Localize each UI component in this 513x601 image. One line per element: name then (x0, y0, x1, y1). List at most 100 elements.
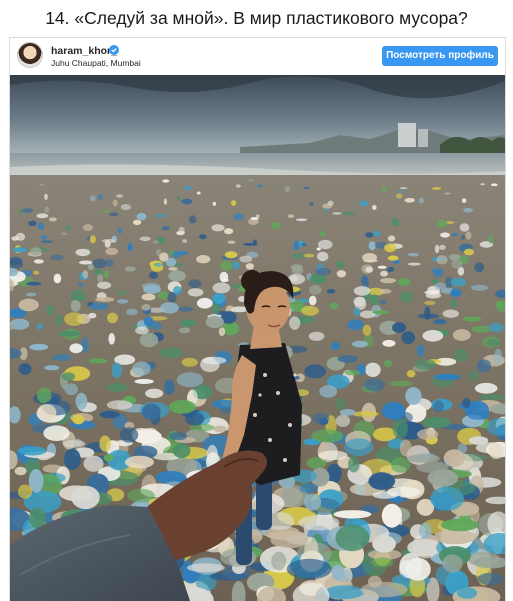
litter-piece (489, 323, 504, 332)
litter-piece (177, 372, 204, 387)
litter-piece (391, 457, 410, 473)
litter-piece (332, 565, 345, 581)
litter-piece (69, 343, 82, 353)
litter-piece (428, 469, 459, 486)
litter-piece (107, 313, 118, 324)
litter-piece (405, 387, 421, 405)
litter-piece (109, 213, 118, 217)
litter-piece (152, 240, 159, 244)
litter-piece (317, 248, 321, 251)
litter-piece (168, 270, 186, 281)
view-profile-button[interactable]: Посмотреть профиль (382, 46, 498, 66)
litter-piece (197, 298, 213, 309)
litter-piece (296, 218, 307, 221)
litter-piece (432, 279, 439, 284)
litter-piece (19, 363, 32, 375)
litter-piece (302, 243, 306, 246)
post-location[interactable]: Juhu Chaupati, Mumbai (51, 58, 141, 68)
litter-piece (132, 362, 151, 376)
litter-piece (105, 248, 118, 255)
litter-piece (97, 282, 111, 289)
litter-piece (156, 249, 161, 256)
litter-piece (380, 278, 396, 283)
litter-piece (182, 358, 198, 367)
litter-piece (188, 279, 201, 288)
litter-piece (392, 322, 406, 333)
litter-piece (309, 285, 321, 295)
post-photo (10, 75, 505, 601)
litter-piece (423, 417, 451, 428)
litter-piece (189, 215, 197, 223)
litter-piece (49, 217, 57, 221)
litter-piece (471, 285, 488, 291)
litter-piece (365, 232, 373, 237)
litter-piece (26, 282, 41, 286)
user-avatar[interactable] (18, 43, 42, 67)
litter-piece (480, 183, 485, 185)
litter-piece (363, 325, 372, 336)
instagram-embed-card: haram_khor_ Juhu Chaupati, Mumbai Посмот… (9, 37, 506, 601)
litter-piece (43, 425, 69, 441)
litter-piece (442, 554, 462, 572)
litter-piece (353, 411, 379, 417)
litter-piece (81, 338, 89, 353)
litter-piece (437, 255, 448, 264)
litter-piece (72, 414, 84, 424)
litter-piece (434, 374, 461, 380)
litter-piece (246, 263, 254, 269)
litter-piece (337, 355, 358, 362)
litter-piece (382, 504, 402, 528)
litter-piece (231, 200, 236, 206)
litter-piece (28, 221, 36, 227)
litter-piece (179, 328, 191, 334)
litter-piece (214, 426, 227, 433)
litter-piece (384, 360, 392, 368)
litter-piece (33, 271, 39, 275)
litter-piece (398, 278, 411, 286)
litter-piece (239, 256, 252, 263)
litter-piece (75, 249, 90, 256)
litter-piece (457, 587, 477, 599)
litter-piece (113, 200, 118, 207)
litter-piece (37, 324, 43, 330)
litter-piece (256, 215, 260, 218)
litter-piece (37, 404, 56, 421)
litter-piece (304, 494, 321, 511)
litter-piece (137, 213, 147, 220)
litter-piece (400, 291, 414, 302)
litter-piece (361, 275, 368, 285)
litter-piece (82, 270, 88, 278)
litter-piece (250, 217, 259, 220)
litter-piece (249, 180, 254, 182)
litter-piece (384, 243, 396, 252)
litter-piece (220, 272, 229, 283)
litter-piece (144, 317, 154, 326)
litter-piece (491, 183, 498, 186)
litter-piece (396, 193, 402, 198)
litter-piece (400, 440, 412, 457)
litter-piece (133, 220, 141, 225)
litter-piece (388, 236, 395, 242)
litter-piece (197, 192, 201, 195)
litter-piece (488, 235, 493, 244)
litter-piece (176, 196, 180, 200)
litter-piece (378, 266, 387, 269)
litter-piece (368, 576, 382, 588)
litter-piece (38, 223, 45, 230)
litter-piece (336, 524, 370, 551)
litter-piece (482, 337, 500, 348)
post-username[interactable]: haram_khor_ (51, 45, 117, 57)
litter-piece (26, 293, 36, 297)
litter-piece (309, 332, 325, 341)
litter-piece (354, 297, 366, 306)
litter-piece (337, 270, 346, 277)
litter-piece (61, 232, 67, 235)
litter-piece (125, 266, 136, 271)
litter-piece (44, 206, 49, 213)
litter-piece (404, 198, 415, 203)
litter-piece (107, 400, 133, 409)
litter-piece (408, 253, 419, 257)
litter-piece (36, 213, 48, 218)
litter-piece (432, 268, 443, 273)
litter-piece (327, 289, 336, 293)
